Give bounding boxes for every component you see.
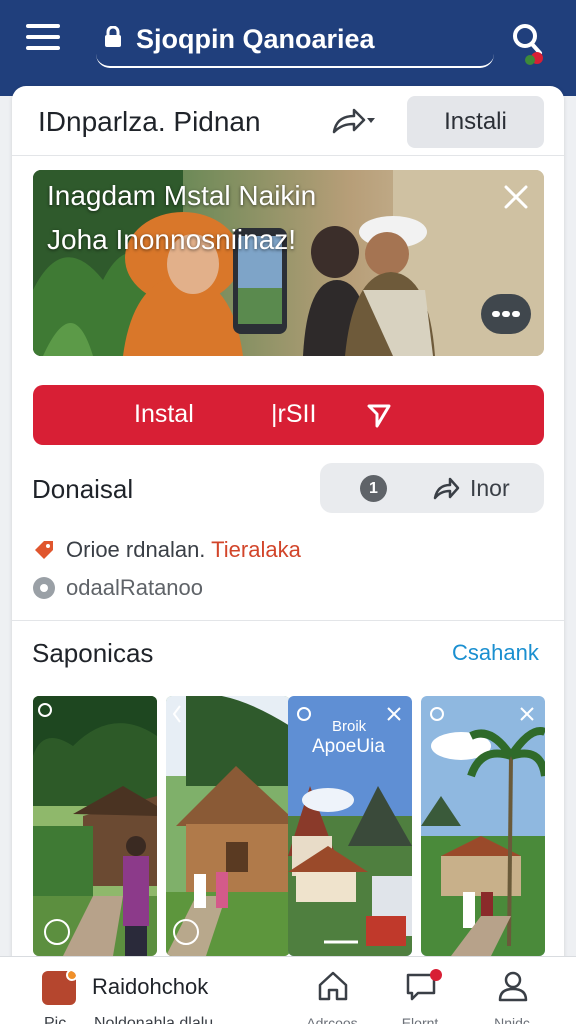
tile-caption-1: Broik	[332, 718, 367, 735]
share-icon[interactable]	[330, 106, 376, 138]
nav-item-chat-label: Elornt	[401, 1015, 439, 1024]
info-line-1: Orioe rdnalan. Tieralaka	[66, 537, 301, 563]
app-name: IDnparlza. Pidnan	[38, 106, 261, 137]
info-circle-icon	[33, 577, 55, 599]
bottom-navigation: Raidohchok Pic Noldonahla.dlalu Adrcoos …	[0, 956, 576, 1024]
top-app-bar: Sjoqpin Qanoariea	[0, 0, 576, 96]
more-options-icon[interactable]	[481, 294, 531, 334]
gallery-tile-2[interactable]	[166, 696, 290, 956]
section-divider	[12, 620, 564, 621]
hamburger-menu-icon[interactable]	[26, 24, 60, 52]
forward-label: Inor	[470, 475, 510, 501]
info-line-2: odaalRatanoo	[66, 575, 204, 600]
nav-item-home-label: Adrcoos	[306, 1015, 358, 1024]
count-badge: 1	[360, 475, 387, 502]
address-text: Sjoqpin Qanoariea	[136, 24, 375, 54]
primary-install-label: Instal	[134, 400, 194, 428]
tag-icon	[35, 541, 53, 559]
send-icon	[367, 404, 391, 428]
chat-notification-dot	[430, 969, 442, 981]
gallery-tile-1[interactable]	[33, 696, 157, 956]
village-photo-4	[421, 696, 545, 956]
primary-install-button[interactable]: Instal |rSII	[33, 385, 544, 445]
brand-sub-left: Pic	[44, 1015, 67, 1024]
info-line-1-accent: Tieralaka	[211, 537, 301, 562]
gallery-tile-4[interactable]	[421, 696, 545, 956]
search-icon[interactable]	[510, 20, 554, 68]
brand-name[interactable]: Raidohchok	[92, 974, 208, 1000]
brand-notification-dot	[66, 971, 76, 981]
info-line-1-text: Orioe rdnalan.	[66, 537, 206, 562]
brand-avatar-icon[interactable]	[42, 971, 76, 1005]
village-photo-1	[33, 696, 157, 956]
nav-item-profile[interactable]: Nnidc	[472, 967, 552, 1024]
app-listing-card: IDnparlza. Pidnan Instali Inagdam Mstal …	[12, 86, 564, 966]
forward-pill-button[interactable]: 1 Inor	[320, 463, 544, 513]
forward-arrow-icon	[433, 477, 460, 500]
install-button[interactable]: Instali	[407, 96, 544, 148]
primary-install-secondary-label: |rSII	[271, 400, 317, 428]
nav-item-home[interactable]: Adrcoos	[292, 967, 372, 1024]
banner-subheadline: Joha Inonnosniinaz!	[47, 224, 297, 255]
nav-item-chat[interactable]: Elornt	[380, 967, 460, 1024]
brand-sub-mid: Noldonahla.dlalu	[94, 1015, 214, 1024]
promo-banner[interactable]: Inagdam Mstal Naikin Joha Inonnosniinaz!	[33, 170, 544, 356]
home-icon	[318, 971, 348, 1001]
profile-icon	[498, 971, 528, 1002]
village-photo-3	[288, 696, 412, 956]
lock-icon	[105, 26, 121, 47]
village-photo-2	[166, 696, 290, 956]
app-header: IDnparlza. Pidnan Instali	[12, 86, 564, 156]
gallery-title: Saponicas	[32, 638, 154, 668]
gallery-tile-3[interactable]: Broik ApoeUia	[288, 696, 412, 956]
details-title: Donaisal	[32, 474, 134, 504]
address-bar[interactable]: Sjoqpin Qanoariea	[96, 14, 494, 68]
tile-caption-2: ApoeUia	[312, 736, 385, 757]
banner-headline: Inagdam Mstal Naikin	[47, 180, 317, 211]
nav-item-profile-label: Nnidc	[494, 1015, 530, 1024]
close-icon[interactable]	[501, 182, 531, 212]
see-all-link[interactable]: Csahank	[452, 640, 539, 666]
